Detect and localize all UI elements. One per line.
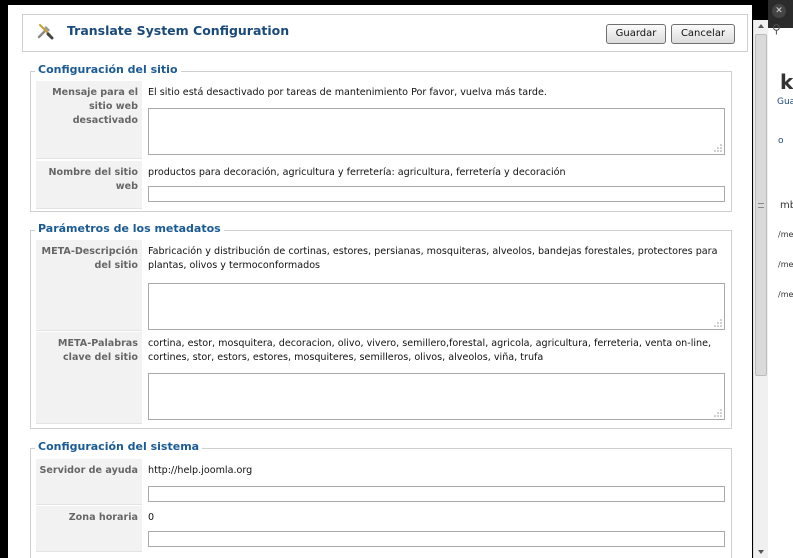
dialog-title: Translate System Configuration (67, 23, 290, 38)
scroll-down-icon[interactable] (758, 550, 764, 554)
help-server-label: Servidor de ayuda (36, 459, 142, 505)
dialog-header: Translate System Configuration Guardar C… (22, 14, 748, 52)
meta-keywords-row: META-Palabras clave del sitio cortina, e… (36, 332, 728, 424)
offline-message-original: El sitio está desactivado por tareas de … (148, 87, 547, 98)
timezone-original: 0 (148, 512, 155, 523)
timezone-label: Zona horaria (36, 506, 142, 552)
background-fragment: o (778, 136, 784, 146)
save-button[interactable]: Guardar (606, 24, 666, 44)
offline-message-row: Mensaje para el sitio web desactivado El… (36, 81, 728, 159)
metadata-section: Parámetros de los metadatos META-Descrip… (30, 222, 732, 429)
tools-icon (37, 24, 54, 40)
resize-grip-icon[interactable] (714, 319, 722, 327)
meta-description-original: Fabricación y distribución de cortinas, … (148, 246, 718, 271)
resize-grip-icon[interactable] (714, 409, 722, 417)
translate-dialog: Translate System Configuration Guardar C… (8, 5, 752, 558)
meta-description-textarea[interactable] (148, 283, 725, 330)
close-icon[interactable]: ✕ (772, 4, 786, 18)
background-fragment: /me (778, 260, 793, 269)
site-config-section: Configuración del sitio Mensaje para el … (30, 63, 732, 212)
resize-grip-icon[interactable] (714, 144, 722, 152)
scroll-thumb[interactable] (755, 34, 767, 376)
dialog-scrollbar[interactable] (753, 20, 768, 558)
meta-keywords-textarea[interactable] (148, 373, 725, 420)
system-config-legend: Configuración del sistema (35, 440, 203, 453)
offline-message-label: Mensaje para el sitio web desactivado (36, 81, 142, 159)
help-server-original: http://help.joomla.org (148, 465, 253, 476)
background-fragment: k (780, 70, 793, 94)
background-fragment: /me (778, 290, 793, 299)
meta-description-row: META-Descripción del sitio Fabricación y… (36, 240, 728, 331)
site-name-row: Nombre del sitio web productos para deco… (36, 161, 728, 209)
background-page: ⚲ k Gua o mb /me /me /me (768, 0, 793, 558)
system-config-section: Configuración del sistema Servidor de ay… (30, 440, 732, 558)
background-fragment: /me (778, 230, 793, 239)
timezone-input[interactable] (148, 531, 725, 547)
background-fragment: mb (780, 200, 793, 211)
meta-keywords-label: META-Palabras clave del sitio (36, 332, 142, 424)
site-name-original: productos para decoración, agricultura y… (148, 167, 566, 178)
meta-keywords-original: cortina, estor, mosquitera, decoracion, … (148, 338, 712, 363)
site-config-legend: Configuración del sitio (35, 63, 181, 76)
metadata-legend: Parámetros de los metadatos (35, 222, 224, 235)
site-name-input[interactable] (148, 186, 725, 202)
background-fragment: Gua (777, 97, 793, 107)
scroll-up-icon[interactable] (758, 24, 764, 28)
help-server-row: Servidor de ayuda http://help.joomla.org (36, 459, 728, 505)
search-icon: ⚲ (772, 22, 781, 36)
site-name-label: Nombre del sitio web (36, 161, 142, 209)
help-server-input[interactable] (148, 486, 725, 502)
meta-description-label: META-Descripción del sitio (36, 240, 142, 331)
timezone-row: Zona horaria 0 (36, 506, 728, 552)
offline-message-textarea[interactable] (148, 108, 725, 155)
grip-lines-icon (758, 203, 764, 208)
cancel-button[interactable]: Cancelar (671, 24, 735, 44)
